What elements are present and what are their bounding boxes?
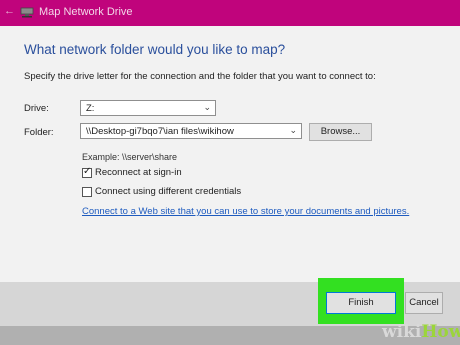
window-frame: ← Map Network Drive What network folder … [0, 0, 460, 345]
dialog-heading: What network folder would you like to ma… [24, 42, 286, 57]
title-bar: ← Map Network Drive [0, 0, 460, 26]
wikihow-watermark: wikiHow [382, 322, 460, 342]
drive-select[interactable]: Z: ⌄ [80, 100, 216, 116]
back-arrow-icon[interactable]: ← [4, 5, 15, 17]
browse-button[interactable]: Browse... [309, 123, 372, 141]
reconnect-checkbox[interactable]: ✓ [82, 166, 92, 178]
dialog-instruction: Specify the drive letter for the connect… [24, 71, 376, 82]
web-storage-link[interactable]: Connect to a Web site that you can use t… [82, 206, 409, 217]
chevron-down-icon: ⌄ [289, 125, 297, 135]
drive-select-value: Z: [86, 103, 95, 114]
folder-combobox[interactable]: \\Desktop-gi7bqo7\ian files\wikihow ⌄ [80, 123, 302, 139]
window-title: Map Network Drive [39, 6, 133, 18]
checkmark-icon: ✓ [83, 166, 92, 177]
folder-label: Folder: [24, 127, 54, 138]
credentials-checkbox[interactable] [82, 187, 92, 197]
drive-label: Drive: [24, 103, 49, 114]
folder-example: Example: \\server\share [82, 152, 178, 162]
network-drive-icon [20, 7, 34, 18]
cancel-button[interactable]: Cancel [405, 292, 443, 314]
credentials-label: Connect using different credentials [95, 186, 242, 197]
finish-button[interactable]: Finish [326, 292, 396, 314]
reconnect-label: Reconnect at sign-in [95, 167, 182, 178]
chevron-down-icon: ⌄ [203, 102, 211, 112]
folder-combobox-value: \\Desktop-gi7bqo7\ian files\wikihow [86, 126, 234, 137]
